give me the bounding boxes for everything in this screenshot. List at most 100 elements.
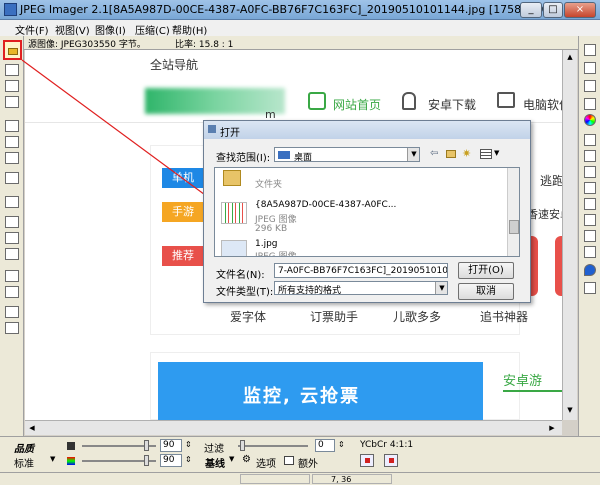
tag-mobile[interactable]: 手游	[162, 202, 204, 222]
rotate-left-icon[interactable]	[5, 270, 19, 282]
app-label-4: 追书神器	[480, 310, 529, 324]
filter-spin-icon[interactable]: ⇕	[338, 440, 345, 449]
vertical-scrollbar[interactable]: ▲ ▼	[562, 50, 577, 420]
quality-slider-1-thumb[interactable]	[144, 440, 149, 451]
filter-value[interactable]: 0	[315, 439, 335, 452]
chroma-right-icon[interactable]	[384, 454, 398, 467]
app-label-1: 爱字体	[230, 310, 267, 324]
status-bar: 7, 36	[0, 472, 600, 485]
banner-text: 监控, 云抢票	[243, 386, 361, 407]
maximize-button[interactable]: □	[543, 2, 563, 18]
android-icon	[402, 92, 416, 110]
site-nav-android[interactable]: 安卓下载	[428, 96, 476, 113]
drop-icon[interactable]	[584, 264, 596, 276]
print-icon[interactable]	[5, 96, 19, 108]
app-tile-red-2	[555, 236, 562, 296]
jpeg-thumbnail-icon	[221, 202, 247, 224]
status-panel-2: 7, 36	[312, 474, 392, 484]
layers-icon[interactable]	[5, 172, 19, 184]
flip-icon[interactable]	[584, 246, 596, 258]
blur-icon[interactable]	[584, 166, 596, 178]
back-icon[interactable]: ⇦	[430, 148, 438, 159]
play-icon[interactable]	[5, 196, 19, 208]
app-label-3: 儿歌多多	[393, 310, 442, 324]
quality-slider-2-thumb[interactable]	[144, 455, 149, 466]
save-icon[interactable]	[5, 64, 19, 76]
menu-help[interactable]: 帮助(H)	[172, 22, 207, 37]
menu-view[interactable]: 视图(V)	[55, 22, 90, 37]
close-button[interactable]: ×	[564, 2, 596, 18]
gamma-icon[interactable]	[584, 80, 596, 92]
tag-single[interactable]: 单机	[162, 168, 204, 188]
baseline-dropdown[interactable]: 基线	[205, 455, 225, 470]
view-menu-icon[interactable]	[480, 149, 492, 159]
bw-icon	[67, 442, 75, 450]
color-wheel-icon[interactable]	[584, 114, 596, 126]
hand-icon[interactable]	[5, 136, 19, 148]
quality-value-2[interactable]: 90	[160, 454, 182, 467]
histogram-icon[interactable]	[584, 282, 596, 294]
adjust-icon[interactable]	[584, 134, 596, 146]
site-nav-pc[interactable]: 电脑软件	[523, 96, 562, 113]
quality-spin-1-icon[interactable]: ⇕	[185, 440, 192, 449]
filter-slider[interactable]	[238, 445, 308, 447]
minimize-button[interactable]: _	[520, 2, 542, 18]
cancel-button[interactable]: 取消	[458, 283, 514, 300]
menu-compress[interactable]: 压缩(C)	[135, 22, 170, 37]
menu-image[interactable]: 图像(I)	[95, 22, 126, 37]
baseline-chevron-icon[interactable]: ▼	[229, 455, 234, 463]
horizontal-scrollbar[interactable]: ◀ ▶	[25, 420, 562, 435]
filetype-select[interactable]: 所有支持的格式 ▼	[274, 281, 448, 295]
options-gear-icon[interactable]: ⚙	[242, 454, 251, 465]
up-folder-icon[interactable]	[446, 150, 456, 158]
mirror-icon[interactable]	[584, 230, 596, 242]
extra-button[interactable]: 额外	[298, 455, 318, 470]
app-label-2: 订票助手	[310, 310, 359, 324]
select-icon[interactable]	[5, 120, 19, 132]
filename-label: 文件名(N):	[216, 270, 265, 281]
zoom-icon[interactable]	[5, 152, 19, 164]
extra-icon[interactable]	[284, 456, 294, 465]
filter-label: 过滤	[204, 444, 224, 455]
lookin-select[interactable]: 桌面 ▼	[274, 147, 420, 162]
site-nav-home[interactable]: 网站首页	[333, 96, 381, 113]
file-list-scrollbar[interactable]	[507, 168, 519, 256]
filter-slider-thumb[interactable]	[240, 440, 245, 451]
quality-spin-2-icon[interactable]: ⇕	[185, 455, 192, 464]
status-panel-1	[240, 474, 310, 484]
tag-recommend[interactable]: 推荐	[162, 246, 204, 266]
resize-icon[interactable]	[584, 198, 596, 210]
contrast-icon[interactable]	[584, 62, 596, 74]
ycbcr-label: YCbCr 4:1:1	[360, 440, 414, 450]
blurred-logo	[145, 88, 285, 114]
rgb-icon[interactable]	[5, 232, 19, 244]
file-item-2-name[interactable]: {8A5A987D-00CE-4387-A0FC...	[255, 200, 396, 210]
filetype-label: 文件类型(T):	[216, 287, 274, 298]
menu-file[interactable]: 文件(F)	[15, 22, 49, 37]
sharpen-icon[interactable]	[584, 150, 596, 162]
open-button[interactable]: 打开(O)	[458, 262, 514, 279]
file-item-3-name[interactable]: 1.jpg	[255, 239, 278, 249]
banner: 监控, 云抢票	[158, 362, 483, 420]
rotate-right-icon[interactable]	[5, 286, 19, 298]
home-icon	[308, 92, 326, 110]
view-menu-chevron-icon[interactable]: ▼	[494, 149, 499, 157]
quality-mode-chevron-icon[interactable]: ▼	[50, 455, 55, 463]
dialog-icon	[208, 125, 216, 133]
grid-icon[interactable]	[584, 182, 596, 194]
split-icon[interactable]	[5, 216, 19, 228]
chroma-left-icon[interactable]	[360, 454, 374, 467]
export-icon[interactable]	[5, 306, 19, 318]
levels-icon[interactable]	[584, 98, 596, 110]
filter-icon[interactable]	[5, 248, 19, 260]
quality-value-1[interactable]: 90	[160, 439, 182, 452]
copy-icon[interactable]	[5, 322, 19, 334]
new-folder-icon[interactable]: ✷	[462, 147, 471, 160]
options-button[interactable]: 选项	[256, 455, 276, 470]
quality-mode[interactable]: 标准	[14, 455, 34, 470]
save-as-icon[interactable]	[5, 80, 19, 92]
crop-icon[interactable]	[584, 214, 596, 226]
brightness-icon[interactable]	[584, 44, 596, 56]
open-file-icon[interactable]	[3, 40, 22, 60]
filename-input[interactable]: 7-A0FC-BB76F7C163FC]_20190510101144.jpg	[274, 263, 448, 278]
